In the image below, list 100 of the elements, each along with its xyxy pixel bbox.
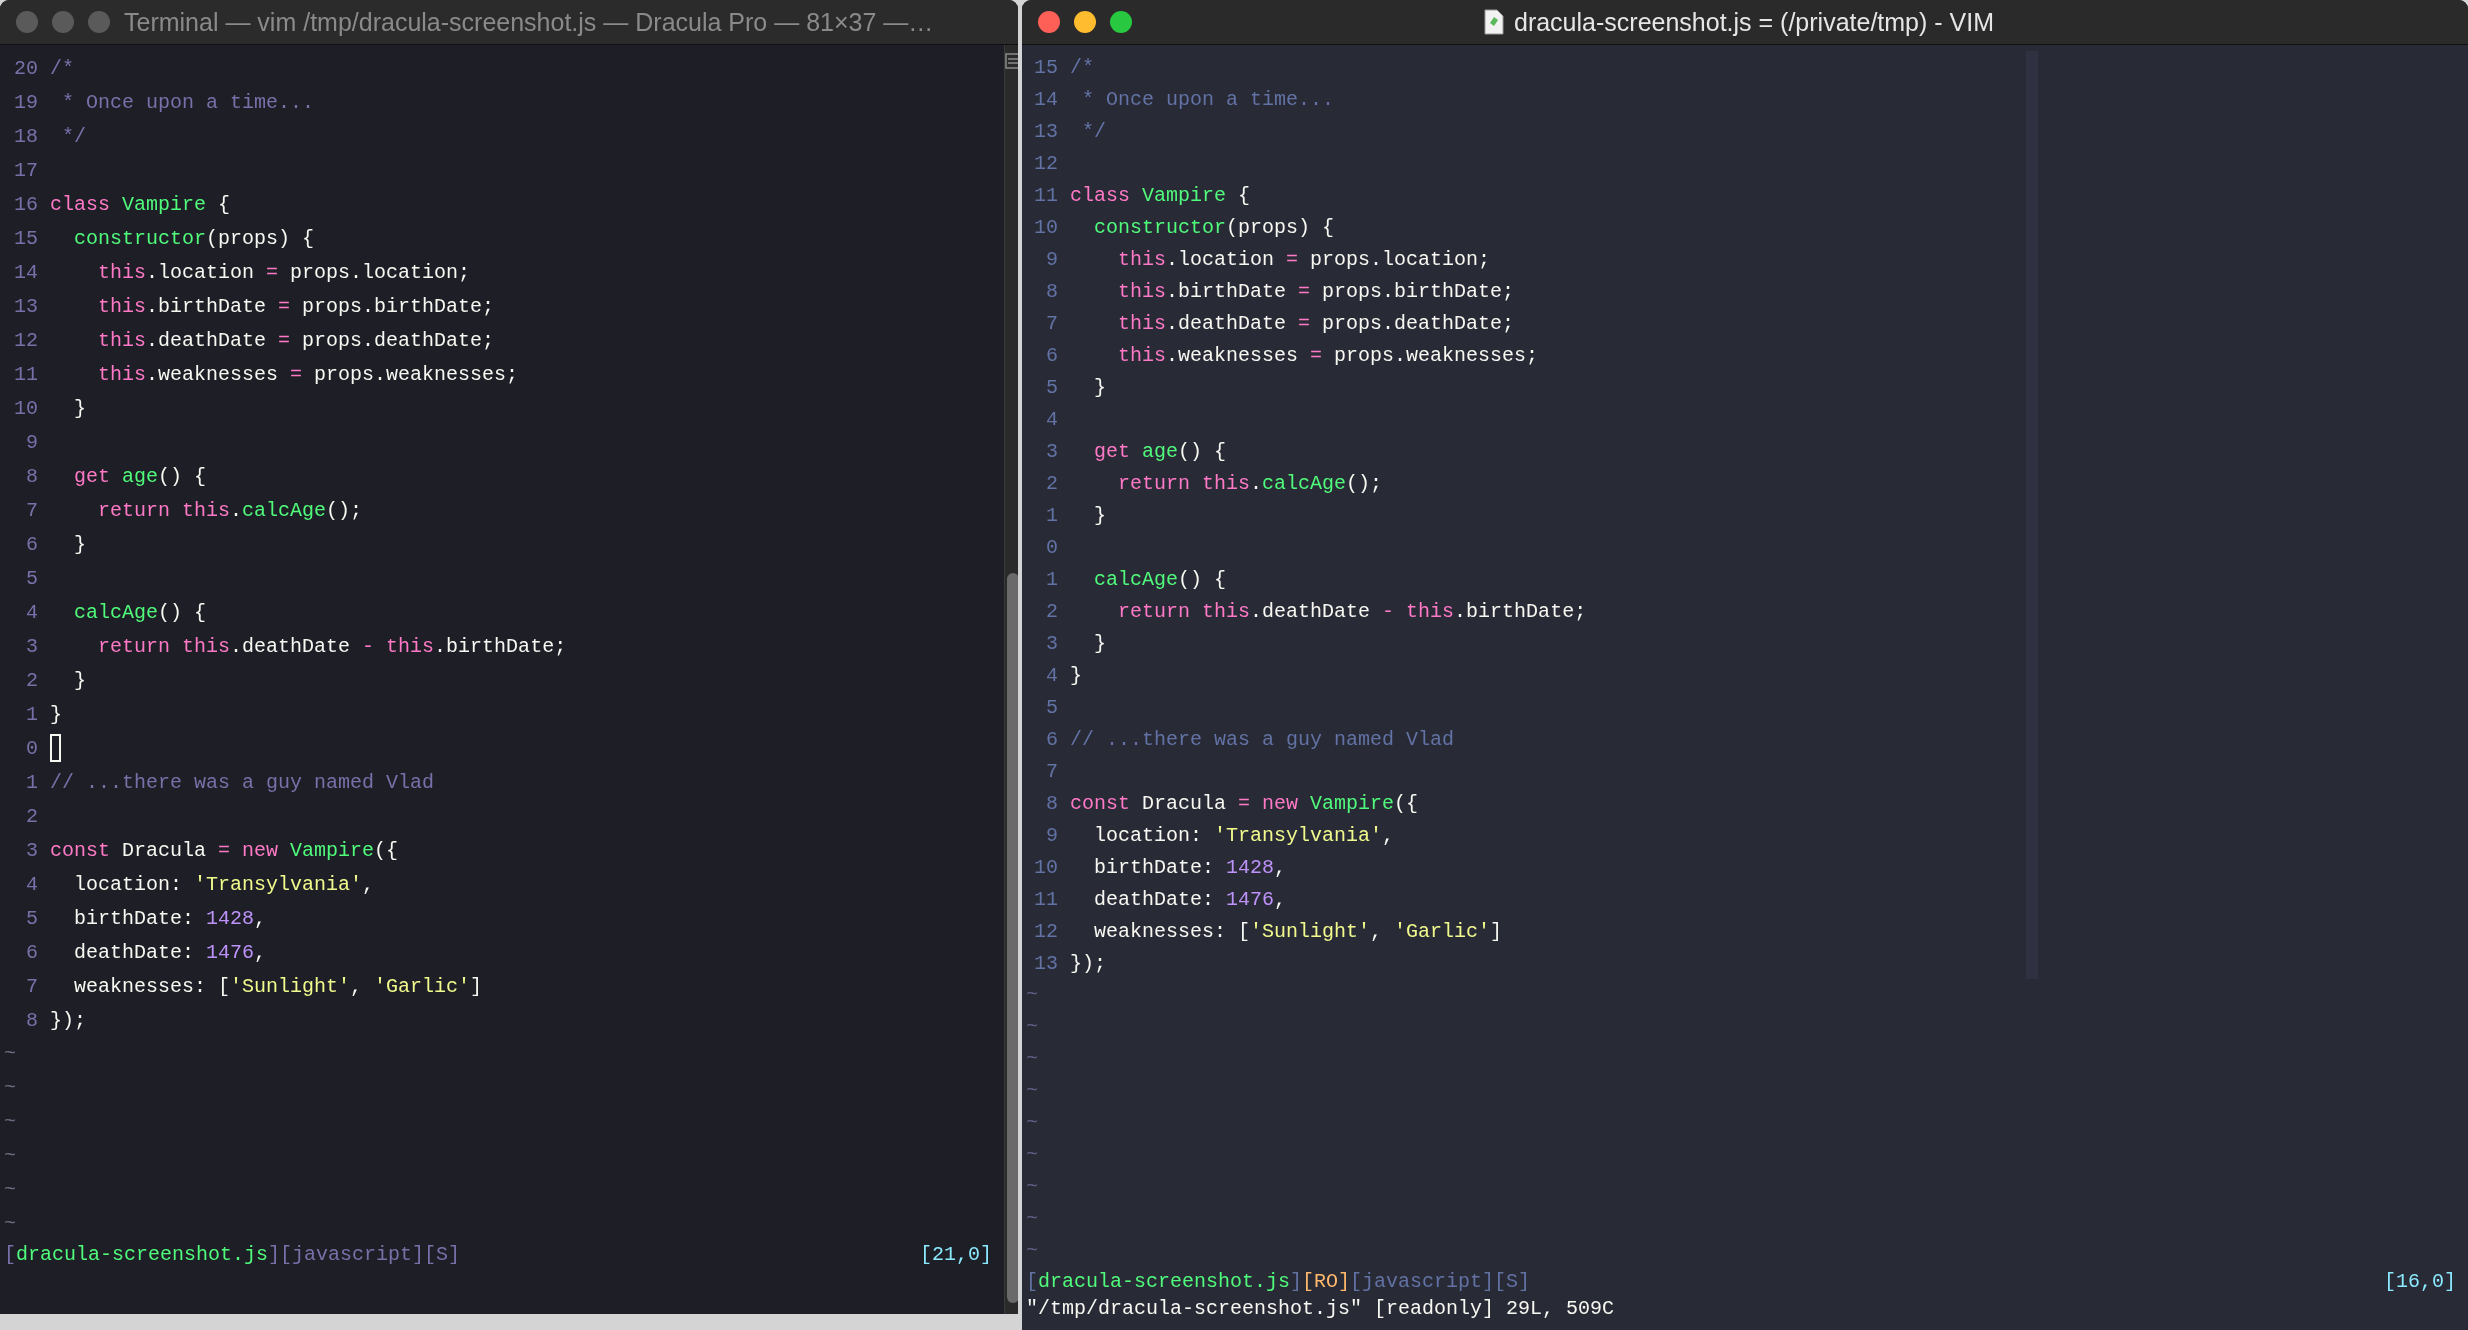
line-number: 11	[1034, 183, 1058, 207]
line-number: 5	[1045, 695, 1058, 719]
window-title: dracula-screenshot.js = (/private/tmp) - VIM	[1514, 7, 1994, 37]
code-line: }	[1093, 503, 1106, 527]
code-line: /*	[50, 56, 74, 80]
line-number: 5	[25, 906, 38, 930]
code-line: /*	[1070, 55, 1094, 79]
line-number: 2	[1045, 599, 1058, 623]
scrollbar-thumb[interactable]	[1007, 573, 1018, 1303]
line-number: 14	[14, 260, 38, 284]
zoom-button[interactable]	[1110, 11, 1132, 33]
line-number: 3	[25, 838, 38, 862]
code-line: this.location = props.location;	[1117, 247, 1491, 271]
line-number: 10	[1034, 855, 1058, 879]
close-button[interactable]	[1038, 11, 1060, 33]
scrollbar[interactable]	[1004, 45, 1018, 1314]
code-line: return this.deathDate - this.birthDate;	[1117, 599, 1587, 623]
code-line: }	[73, 396, 86, 420]
line-number: 15	[1034, 55, 1058, 79]
code-line: class Vampire {	[50, 192, 231, 216]
code-line: birthDate: 1428,	[1093, 855, 1287, 879]
minimize-button[interactable]	[1074, 11, 1096, 33]
line-number: 0	[25, 736, 38, 760]
code-line: weaknesses: ['Sunlight', 'Garlic']	[1093, 919, 1503, 943]
code-line: }	[73, 668, 86, 692]
code-line: this.deathDate = props.deathDate;	[1117, 311, 1515, 335]
code-line: const Dracula = new Vampire({	[50, 838, 399, 862]
code-line: });	[1070, 951, 1106, 975]
code-line: deathDate: 1476,	[73, 940, 267, 964]
empty-line-marker: ~	[1026, 1046, 1039, 1072]
line-number: 7	[1045, 759, 1058, 783]
code-line: location: 'Transylvania',	[1093, 823, 1395, 847]
code-line: * Once upon a time...	[1081, 87, 1335, 111]
line-number: 6	[1045, 343, 1058, 367]
line-number: 0	[1045, 535, 1058, 559]
line-number: 13	[1034, 119, 1058, 143]
code-line: return this.calcAge();	[97, 498, 363, 522]
line-number: 2	[25, 668, 38, 692]
code-line: const Dracula = new Vampire({	[1070, 791, 1419, 815]
line-number: 16	[14, 192, 38, 216]
code-line: }	[1093, 375, 1106, 399]
line-number: 8	[25, 1008, 38, 1032]
code-line: this.location = props.location;	[97, 260, 471, 284]
code-line: deathDate: 1476,	[1093, 887, 1287, 911]
line-number: 11	[1034, 887, 1058, 911]
line-number: 6	[1045, 727, 1058, 751]
line-number: 15	[14, 226, 38, 250]
line-number: 9	[25, 430, 38, 454]
code-line: this.weaknesses = props.weaknesses;	[97, 362, 519, 386]
code-line: return this.deathDate - this.birthDate;	[97, 634, 567, 658]
line-number: 2	[25, 804, 38, 828]
line-number: 7	[25, 974, 38, 998]
line-number: 17	[14, 158, 38, 182]
line-number: 4	[25, 600, 38, 624]
empty-line-marker: ~	[1026, 1014, 1039, 1040]
code-line: location: 'Transylvania',	[73, 872, 375, 896]
line-number: 1	[25, 702, 38, 726]
line-number: 3	[1045, 439, 1058, 463]
line-number: 8	[25, 464, 38, 488]
code-line: constructor(props) {	[1093, 215, 1335, 239]
code-line: class Vampire {	[1070, 183, 1251, 207]
empty-line-marker: ~	[1026, 1110, 1039, 1136]
line-number: 6	[25, 940, 38, 964]
code-line: constructor(props) {	[73, 226, 315, 250]
code-line: weaknesses: ['Sunlight', 'Garlic']	[73, 974, 483, 998]
line-number: 7	[25, 498, 38, 522]
split-icon[interactable]	[1005, 53, 1018, 69]
empty-line-marker: ~	[4, 1177, 17, 1203]
line-number: 14	[1034, 87, 1058, 111]
cursor-position: [16,0]	[2384, 1270, 2456, 1294]
line-number: 5	[25, 566, 38, 590]
code-line: this.birthDate = props.birthDate;	[1117, 279, 1515, 303]
line-number: 6	[25, 532, 38, 556]
line-number: 9	[1045, 823, 1058, 847]
code-line: });	[50, 1008, 86, 1032]
code-line: calcAge() {	[73, 600, 207, 624]
code-line: * Once upon a time...	[61, 90, 315, 114]
code-line: calcAge() {	[1093, 567, 1227, 591]
line-number: 5	[1045, 375, 1058, 399]
line-number: 13	[1034, 951, 1058, 975]
empty-line-marker: ~	[4, 1075, 17, 1101]
empty-line-marker: ~	[1026, 1206, 1039, 1232]
status-line: [dracula-screenshot.js][javascript][S]	[4, 1243, 461, 1267]
code-line: this.birthDate = props.birthDate;	[97, 294, 495, 318]
empty-line-marker: ~	[1026, 1174, 1039, 1200]
line-number: 13	[14, 294, 38, 318]
close-button[interactable]	[16, 11, 38, 33]
line-number: 12	[14, 328, 38, 352]
line-number: 1	[1045, 503, 1058, 527]
empty-line-marker: ~	[1026, 1142, 1039, 1168]
line-number: 4	[1045, 407, 1058, 431]
line-number: 12	[1034, 919, 1058, 943]
status-line: [dracula-screenshot.js][RO][javascript][S]	[1026, 1270, 1531, 1294]
line-number: 3	[1045, 631, 1058, 655]
code-line: }	[50, 702, 62, 726]
code-line: // ...there was a guy named Vlad	[1070, 727, 1455, 751]
line-number: 1	[25, 770, 38, 794]
line-number: 4	[25, 872, 38, 896]
empty-line-marker: ~	[4, 1143, 17, 1169]
empty-line-marker: ~	[4, 1109, 17, 1135]
